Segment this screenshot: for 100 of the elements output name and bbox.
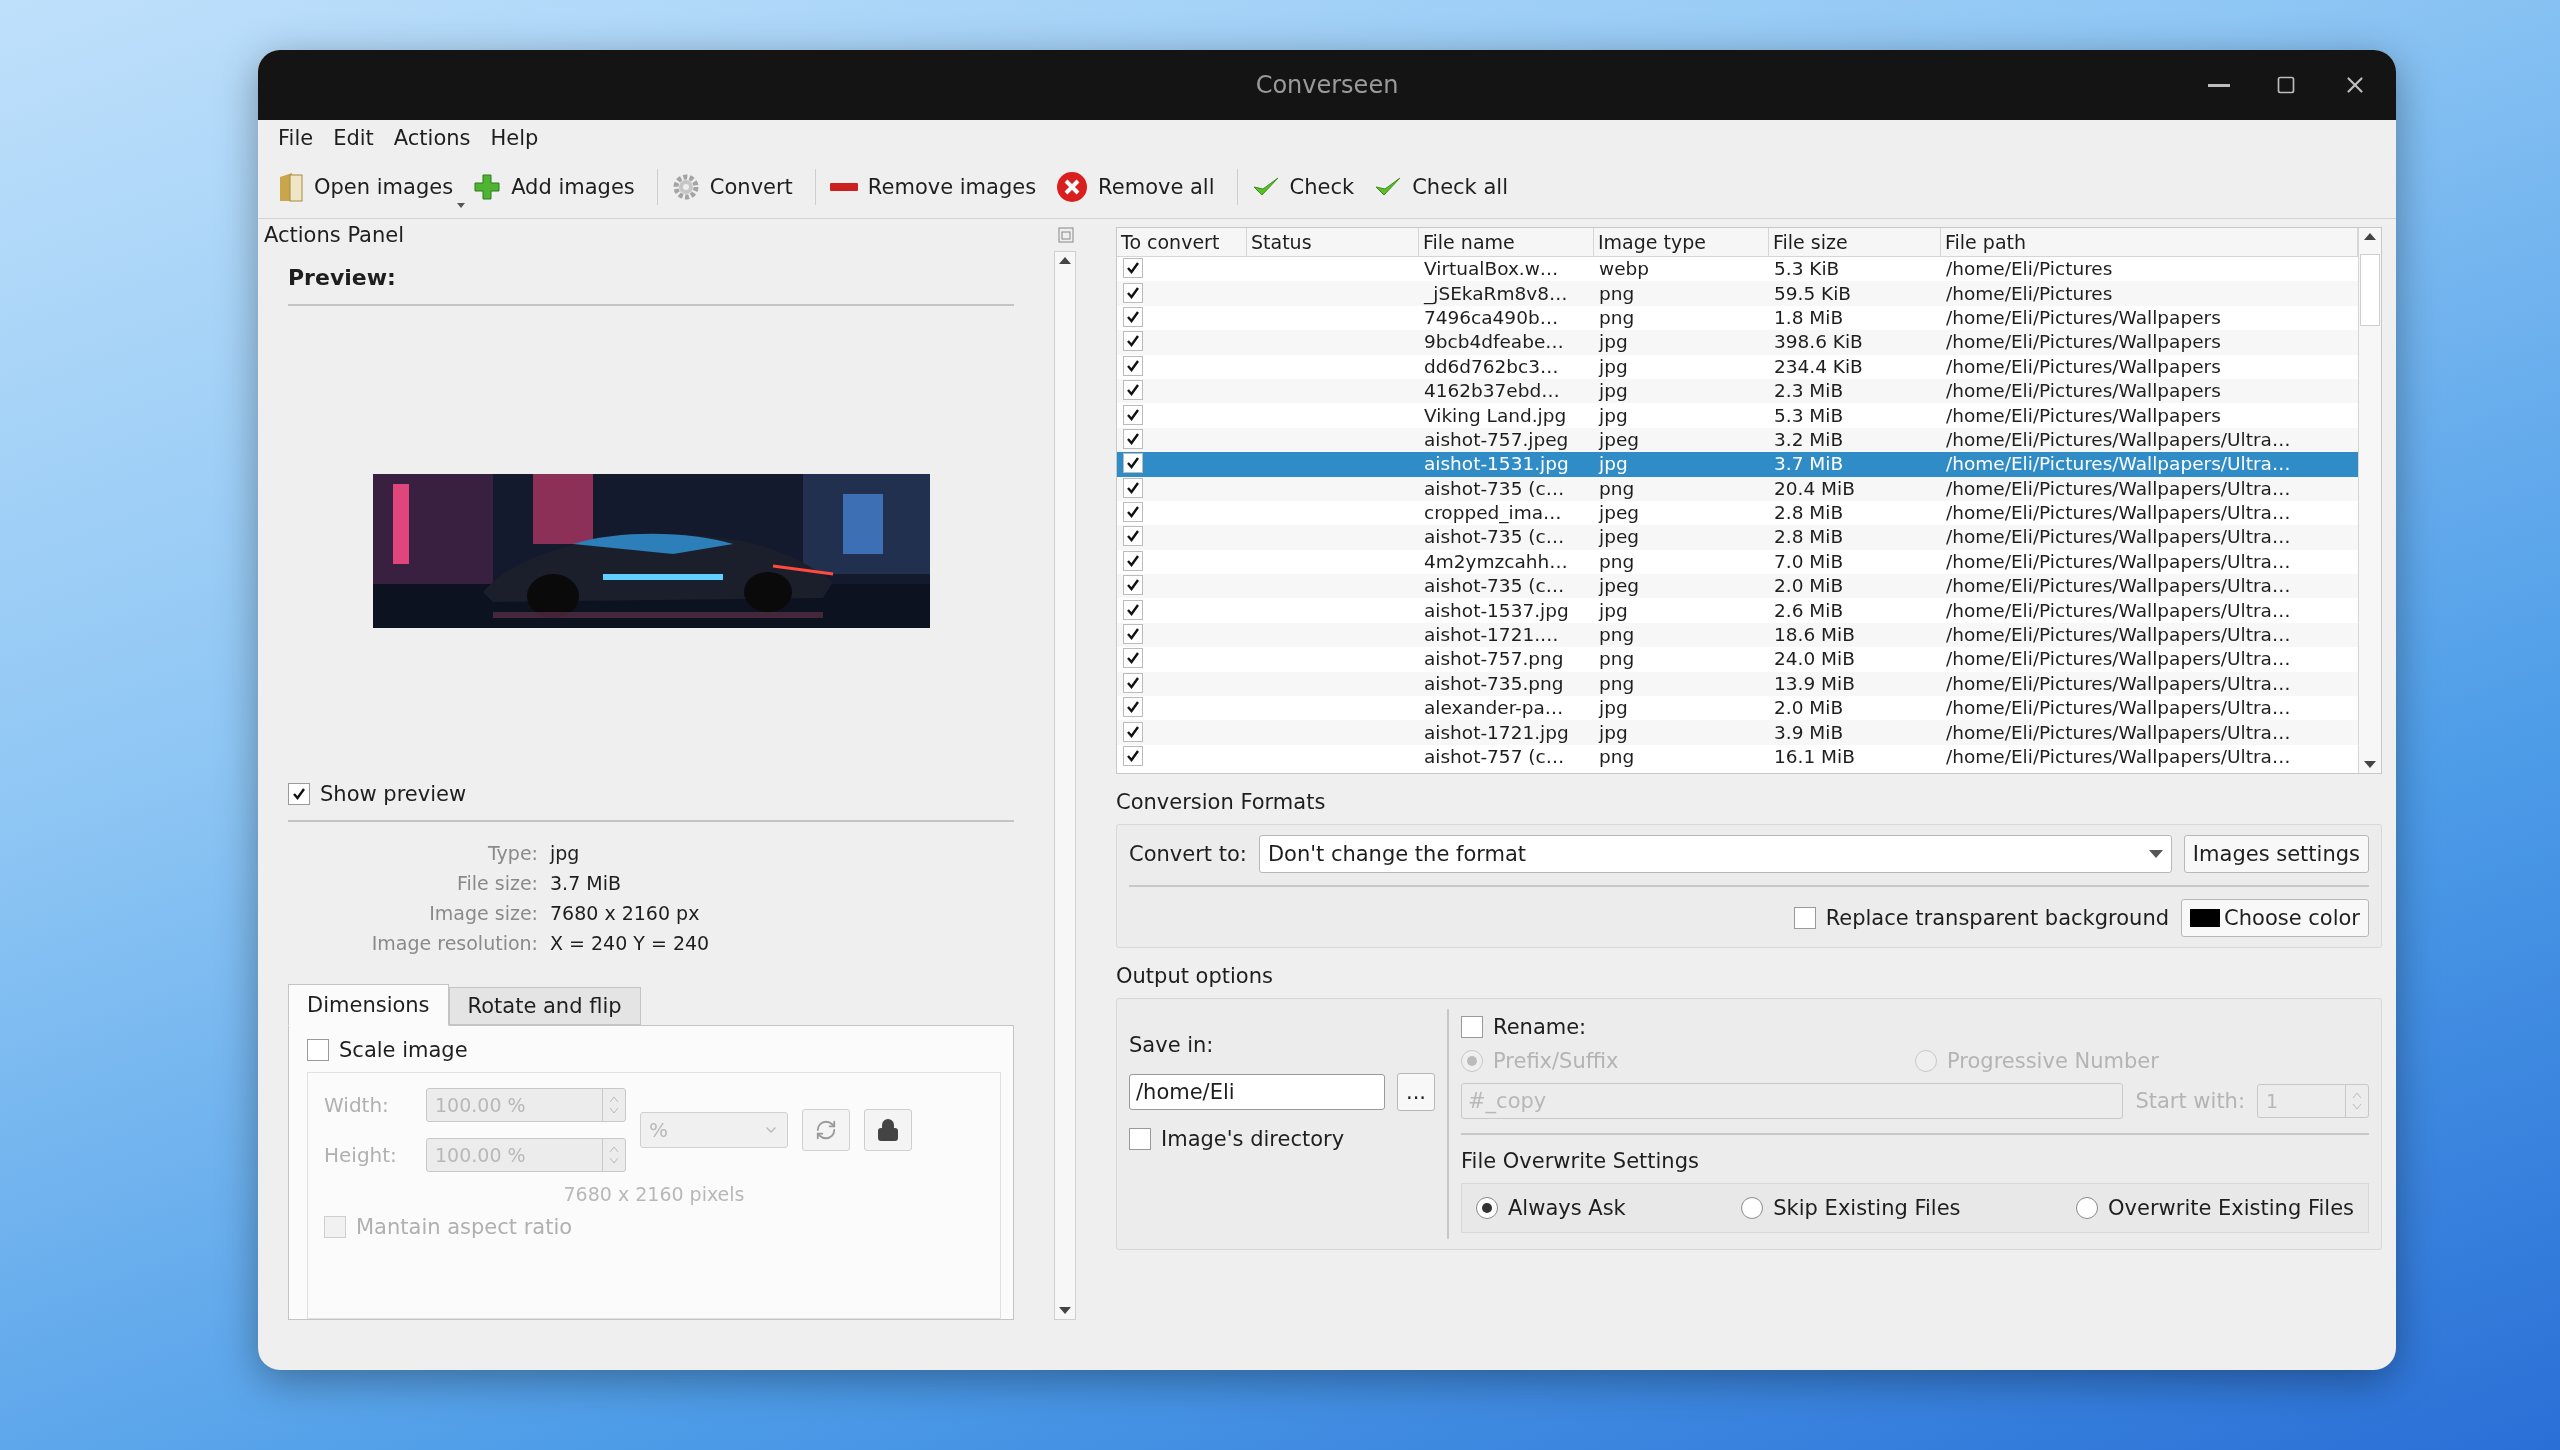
menu-item[interactable]: Actions xyxy=(387,124,477,152)
width-label: Width: xyxy=(324,1093,390,1117)
toolbar-button[interactable]: Add images xyxy=(467,167,649,207)
group-title: Output options xyxy=(1116,964,1274,988)
table-cell-text: png xyxy=(1598,745,1636,769)
radio-option[interactable]: Overwrite Existing Files xyxy=(2076,1196,2354,1220)
table-cell-text: 398.6 KiB xyxy=(1773,330,1864,355)
tab[interactable]: Rotate and flip xyxy=(448,987,641,1025)
check-icon xyxy=(1125,528,1141,545)
table-cell-text: jpg xyxy=(1597,696,1629,721)
row-checkbox[interactable] xyxy=(1123,331,1143,352)
caret-icon xyxy=(2148,850,2163,858)
table-row[interactable]: aishot-735 (c… jpeg 2.0 MiB /home/Eli/Pictures/Wallpapers/Ultra… xyxy=(1117,574,2358,599)
menu-item[interactable]: Edit xyxy=(327,124,380,152)
menu-item[interactable]: Help xyxy=(484,124,545,152)
tab[interactable]: Dimensions xyxy=(288,984,449,1026)
scrollbar[interactable] xyxy=(2358,228,2381,773)
table-row[interactable]: aishot-1721.… png 18.6 MiB /home/Eli/Pictures/Wallpapers/Ultra… xyxy=(1117,622,2358,648)
row-checkbox[interactable] xyxy=(1123,648,1143,669)
toolbar-button[interactable]: Check xyxy=(1245,169,1369,205)
table-row[interactable]: aishot-735 (c… png 20.4 MiB /home/Eli/Pictures/Wallpapers/Ultra… xyxy=(1117,476,2358,501)
table-row[interactable]: aishot-735.png png 13.9 MiB /home/Eli/Pictures/Wallpapers/Ultra… xyxy=(1117,671,2358,697)
row-checkbox[interactable] xyxy=(1123,672,1143,693)
row-checkbox[interactable] xyxy=(1123,746,1143,766)
row-checkbox[interactable] xyxy=(1123,477,1143,498)
table-cell-text: 3.9 MiB xyxy=(1773,720,1845,745)
scroll-down-icon[interactable] xyxy=(1059,1307,1071,1315)
menu-item[interactable]: File xyxy=(272,124,320,152)
table-cell-text: 2.0 MiB xyxy=(1773,574,1845,599)
row-checkbox[interactable] xyxy=(1123,306,1143,327)
table-cell-text: /home/Eli/Pictures/Wallpapers xyxy=(1945,330,2222,355)
table-row[interactable]: aishot-757.jpeg jpeg 3.2 MiB /home/Eli/Pictures/Wallpapers/Ultra… xyxy=(1117,427,2358,453)
minimize-button[interactable] xyxy=(2208,83,2230,87)
row-checkbox[interactable] xyxy=(1123,355,1143,376)
radio-option[interactable]: Always Ask xyxy=(1476,1196,1626,1220)
close-icon xyxy=(1056,171,1089,203)
choose-color-button[interactable]: Choose color xyxy=(2181,899,2369,937)
toolbar-button[interactable]: Convert xyxy=(665,167,807,207)
row-checkbox[interactable] xyxy=(1123,404,1143,425)
check-icon xyxy=(1125,333,1141,350)
toolbar-button[interactable]: Remove all xyxy=(1050,165,1229,209)
column-header[interactable]: To convert xyxy=(1117,228,1247,256)
row-checkbox[interactable] xyxy=(1123,380,1143,401)
column-header[interactable]: File size xyxy=(1769,228,1941,256)
scroll-up-icon[interactable] xyxy=(1059,256,1071,264)
image-directory-checkbox[interactable]: Image's directory xyxy=(1129,1127,1435,1151)
row-checkbox[interactable] xyxy=(1123,258,1143,279)
row-checkbox[interactable] xyxy=(1123,282,1143,303)
scrollbar[interactable] xyxy=(1054,251,1076,1320)
table-cell-text: 3.2 MiB xyxy=(1773,427,1845,452)
radio-option[interactable]: Skip Existing Files xyxy=(1741,1196,1961,1220)
row-checkbox[interactable] xyxy=(1123,502,1143,523)
table-cell-text: 2.6 MiB xyxy=(1773,598,1845,623)
images-settings-button[interactable]: Images settings xyxy=(2183,835,2369,873)
table-cell-text: jpg xyxy=(1597,452,1629,477)
table-cell-text: png xyxy=(1598,476,1636,501)
format-dropdown[interactable]: Don't change the format xyxy=(1258,835,2172,873)
replace-background-checkbox[interactable]: Replace transparent background xyxy=(1793,906,2170,930)
table-cell-text: /home/Eli/Pictures/Wallpapers/Ultra… xyxy=(1945,745,2292,769)
table-cell-text: aishot-757 (c… xyxy=(1423,745,1566,769)
table-cell-text: jpg xyxy=(1597,720,1629,745)
row-checkbox[interactable] xyxy=(1123,526,1143,547)
browse-button[interactable]: ... xyxy=(1396,1073,1435,1111)
table-cell-text: /home/Eli/Pictures xyxy=(1945,281,2114,306)
scroll-up-icon[interactable] xyxy=(2364,232,2376,240)
toolbar-button[interactable]: Check all xyxy=(1368,169,1522,205)
table-row[interactable]: aishot-1721.jpg jpg 3.9 MiB /home/Eli/Pictures/Wallpapers/Ultra… xyxy=(1117,720,2358,745)
row-checkbox[interactable] xyxy=(1123,453,1143,474)
preview-heading: Preview: xyxy=(288,264,397,290)
table-cell-text: 2.0 MiB xyxy=(1773,696,1845,721)
show-preview-checkbox[interactable]: Show preview xyxy=(288,782,1014,806)
swap-button[interactable] xyxy=(802,1109,850,1151)
table-row[interactable]: _jSEkaRm8v8… png 59.5 KiB /home/Eli/Pictures xyxy=(1117,281,2358,306)
row-checkbox[interactable] xyxy=(1123,550,1143,571)
toolbar-button[interactable]: Open images xyxy=(272,165,468,209)
table-row[interactable]: 4162b37ebd… jpg 2.3 MiB /home/Eli/Pictures/Wallpapers xyxy=(1117,378,2358,404)
check-icon xyxy=(1125,455,1141,472)
row-checkbox[interactable] xyxy=(1123,697,1143,718)
scroll-down-icon[interactable] xyxy=(2364,761,2376,769)
column-header[interactable]: Image type xyxy=(1594,228,1769,256)
table-cell-text: aishot-757.jpeg xyxy=(1423,427,1570,452)
column-header[interactable]: Status xyxy=(1247,228,1419,256)
rename-checkbox[interactable]: Rename: xyxy=(1461,1015,2369,1039)
row-checkbox[interactable] xyxy=(1123,575,1143,596)
maximize-button[interactable] xyxy=(2276,75,2296,95)
table-cell-text: 7.0 MiB xyxy=(1773,549,1845,574)
row-checkbox[interactable] xyxy=(1123,624,1143,645)
column-header[interactable]: File name xyxy=(1419,228,1594,256)
scroll-thumb[interactable] xyxy=(2360,254,2380,326)
table-row[interactable]: aishot-735 (c… jpeg 2.8 MiB /home/Eli/Pictures/Wallpapers/Ultra… xyxy=(1117,525,2358,550)
lock-button[interactable] xyxy=(864,1109,912,1151)
scale-image-checkbox[interactable]: Scale image xyxy=(307,1038,1001,1062)
row-checkbox[interactable] xyxy=(1123,599,1143,620)
save-path-field[interactable]: /home/Eli xyxy=(1129,1074,1385,1110)
table-row[interactable]: aishot-1531.jpg jpg 3.7 MiB /home/Eli/Pictures/Wallpapers/Ultra… xyxy=(1117,452,2358,477)
check-icon xyxy=(291,786,307,802)
table-row[interactable]: 9bcb4dfeabe… jpg 398.6 KiB /home/Eli/Pictures/Wallpapers xyxy=(1117,330,2358,355)
row-checkbox[interactable] xyxy=(1123,721,1143,742)
toolbar-button[interactable]: Remove images xyxy=(823,169,1051,205)
row-checkbox[interactable] xyxy=(1123,428,1143,449)
